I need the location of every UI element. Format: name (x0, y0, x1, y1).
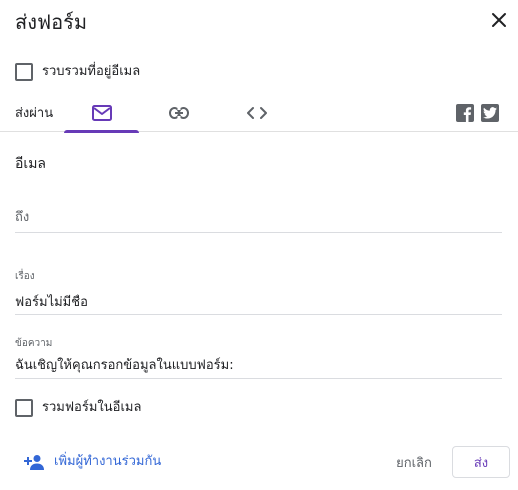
close-button[interactable] (487, 8, 511, 32)
tab-embed[interactable] (219, 94, 294, 132)
send-button[interactable]: ส่ง (452, 446, 510, 478)
twitter-icon (483, 107, 497, 119)
message-input[interactable] (15, 357, 502, 375)
share-twitter-button[interactable] (481, 104, 499, 122)
tab-link[interactable] (141, 94, 216, 132)
add-person-icon (24, 455, 44, 470)
subject-field: เรื่อง (15, 268, 502, 315)
cancel-button[interactable]: ยกเลิก (386, 446, 442, 478)
message-label: ข้อความ (15, 338, 53, 349)
embed-code-icon (246, 107, 267, 119)
to-field (15, 200, 502, 233)
include-form-row: รวมฟอร์มในอีเมล (15, 399, 141, 417)
subject-label: เรื่อง (15, 271, 35, 282)
send-form-dialog: ส่งฟอร์ม รวบรวมที่อยู่อีเมล ส่งผ่าน อีเม… (0, 0, 518, 490)
include-form-checkbox[interactable] (15, 399, 33, 417)
collect-emails-checkbox[interactable] (15, 63, 33, 81)
collect-emails-label: รวบรวมที่อยู่อีเมล (42, 64, 141, 79)
include-form-label: รวมฟอร์มในอีเมล (42, 400, 142, 415)
send-via-tabbar: ส่งผ่าน (0, 94, 518, 133)
message-field: ข้อความ (15, 335, 502, 379)
to-input[interactable] (15, 209, 502, 227)
link-icon (168, 107, 189, 119)
collect-emails-row: รวบรวมที่อยู่อีเมล (15, 63, 140, 81)
send-via-label: ส่งผ่าน (15, 106, 54, 121)
dialog-footer: เพิ่มผู้ทำงานร่วมกัน ยกเลิก ส่ง (0, 440, 518, 490)
close-icon (492, 13, 506, 27)
share-facebook-button[interactable] (456, 104, 474, 122)
dialog-title: ส่งฟอร์ม (15, 10, 88, 34)
email-icon (91, 105, 112, 121)
tab-email[interactable] (64, 94, 139, 133)
add-collaborators-button[interactable]: เพิ่มผู้ทำงานร่วมกัน (24, 453, 161, 471)
email-section-title: อีเมล (15, 156, 47, 172)
facebook-icon (463, 107, 472, 122)
add-collaborators-label: เพิ่มผู้ทำงานร่วมกัน (54, 454, 162, 469)
subject-input[interactable] (15, 294, 502, 312)
